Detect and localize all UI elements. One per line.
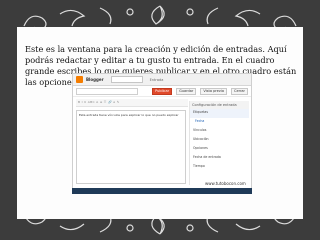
post-editor[interactable]: Esta entrada tiene vínculos para explica… [76, 110, 186, 184]
taskbar [72, 188, 252, 194]
post-action-row: Publicar Guardar Vista previa Cerrar [73, 86, 251, 97]
post-title-input[interactable] [76, 87, 138, 95]
formatting-toolbar[interactable]: B I U ABC A ≡ ☷ 🔗 ⌂ ✎ [76, 99, 188, 107]
blogger-brand: Blogger [86, 77, 104, 82]
settings-item-labels[interactable]: Etiquetas [190, 109, 249, 118]
settings-item-links[interactable]: Vínculos [190, 127, 249, 136]
publish-button[interactable]: Publicar [152, 87, 173, 95]
slide: Este es la ventana para la creación y ed… [0, 0, 320, 240]
editor-text: Esta entrada tiene vínculos para explica… [79, 113, 179, 117]
post-settings-panel: Configuración de entrada Etiquetas Fecha… [189, 101, 249, 185]
post-title-label: Entrada [149, 77, 164, 82]
settings-title: Configuración de entrada [190, 101, 249, 109]
blogger-logo-icon [76, 76, 83, 83]
preview-button[interactable]: Vista previa [200, 87, 227, 95]
settings-item-date[interactable]: Fecha [190, 118, 249, 127]
site-url: www.tutobocon.com [205, 181, 246, 186]
settings-item-time[interactable]: Tiempo [190, 163, 249, 172]
search-input[interactable] [110, 76, 143, 83]
settings-item-options[interactable]: Opciones [190, 145, 249, 154]
settings-item-entry-date[interactable]: Fecha de entrada [190, 154, 249, 163]
close-button[interactable]: Cerrar [231, 87, 248, 95]
blogger-top-bar: Blogger Entrada [73, 74, 251, 86]
save-button[interactable]: Guardar [176, 87, 197, 95]
settings-item-location[interactable]: Ubicación [190, 136, 249, 145]
blogger-editor-screenshot: Blogger Entrada Publicar Guardar Vista p… [72, 73, 252, 189]
